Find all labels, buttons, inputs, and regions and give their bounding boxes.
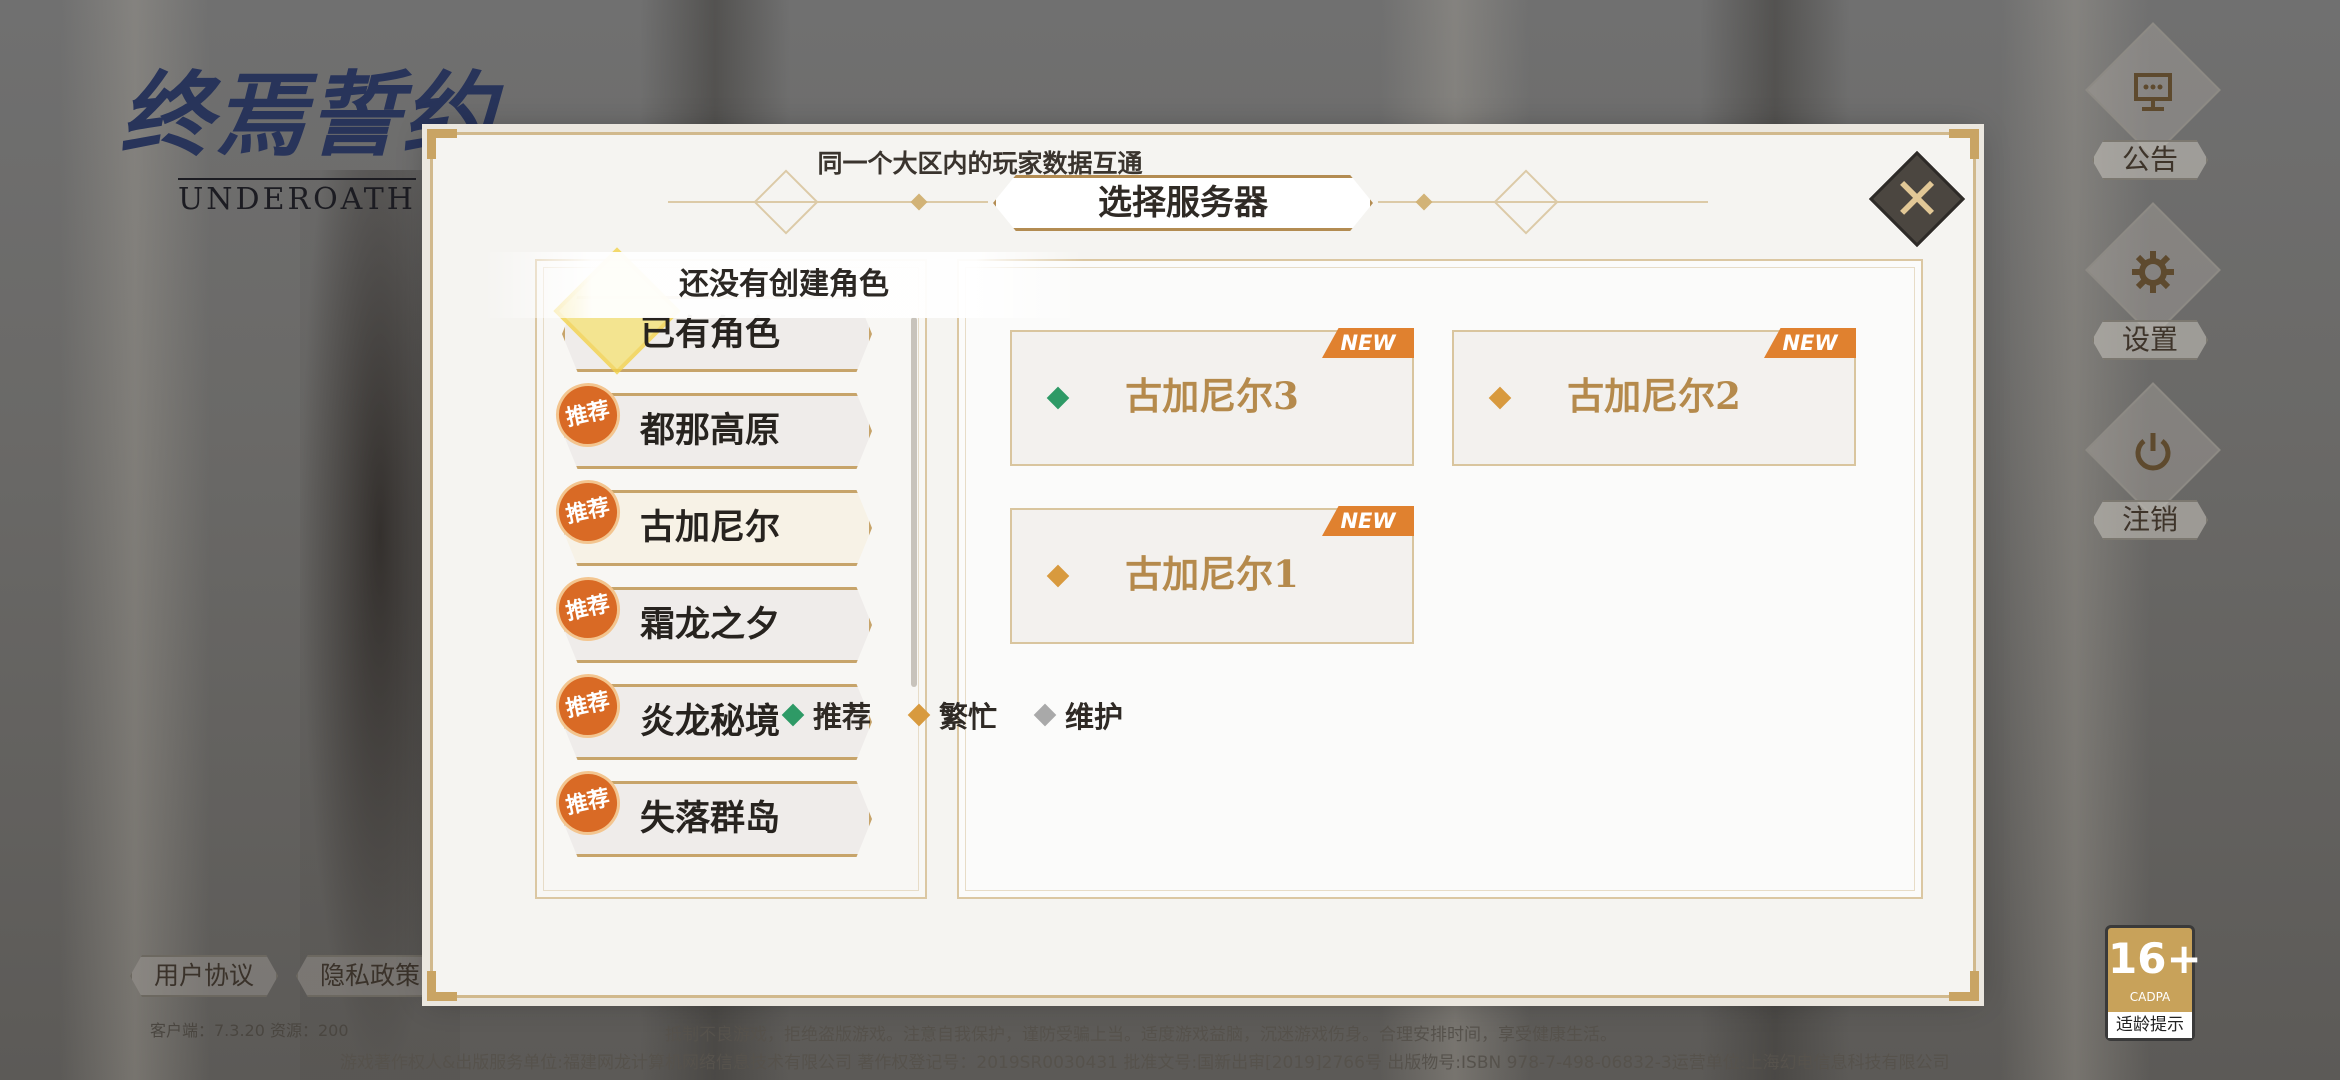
logout-button[interactable]: 注销 bbox=[2080, 382, 2221, 572]
user-agreement-link[interactable]: 用户协议 bbox=[130, 955, 279, 997]
title-ornament-left bbox=[668, 201, 988, 203]
recommended-diamond-icon bbox=[781, 703, 805, 727]
busy-diamond-icon bbox=[907, 703, 931, 727]
privacy-policy-link[interactable]: 隐私政策 bbox=[296, 955, 445, 997]
region-label: 炎龙秘境 bbox=[640, 701, 781, 742]
corner-ornament bbox=[427, 129, 457, 159]
notice-label: 公告 bbox=[2092, 140, 2208, 180]
status-legend: 推荐 繁忙 维护 bbox=[781, 694, 1124, 736]
age-rating: 16+ bbox=[2108, 934, 2202, 983]
region-label: 霜龙之夕 bbox=[640, 604, 781, 645]
dialog-title: 选择服务器 bbox=[993, 175, 1373, 231]
region-hint: 同一个大区内的玩家数据互通 bbox=[817, 149, 1143, 178]
side-menu: 公告 设置 注销 bbox=[2080, 22, 2221, 572]
legend-label: 繁忙 bbox=[939, 700, 998, 734]
no-role-toast: 还没有创建角色 bbox=[484, 252, 1084, 318]
region-list-scrollbar[interactable] bbox=[911, 317, 917, 687]
maintenance-diamond-icon bbox=[1033, 703, 1057, 727]
region-item[interactable]: 推荐 都那高原 bbox=[550, 377, 872, 469]
corner-ornament bbox=[1949, 129, 1979, 159]
region-item[interactable]: 推荐 霜龙之夕 bbox=[550, 571, 872, 663]
server-card[interactable]: 古加尼尔1 NEW bbox=[1010, 506, 1414, 644]
server-card[interactable]: 古加尼尔3 NEW bbox=[1010, 328, 1414, 466]
close-button[interactable]: ✕ bbox=[1868, 150, 1966, 248]
region-label: 都那高原 bbox=[640, 410, 781, 451]
version-text: 客户端：7.3.20 资源：200 bbox=[150, 1021, 349, 1040]
legend-item-maintenance: 维护 bbox=[1033, 694, 1124, 736]
region-label: 失落群岛 bbox=[640, 798, 781, 839]
logout-label: 注销 bbox=[2092, 500, 2208, 540]
corner-ornament bbox=[427, 971, 457, 1001]
settings-label: 设置 bbox=[2092, 320, 2208, 360]
legend-label: 维护 bbox=[1065, 700, 1124, 734]
close-icon: ✕ bbox=[1892, 165, 1942, 233]
legend-item-busy: 繁忙 bbox=[907, 694, 998, 736]
region-item[interactable]: 推荐 失落群岛 bbox=[550, 765, 872, 857]
gear-icon bbox=[2128, 247, 2178, 297]
age-tip-label: 适龄提示 bbox=[2108, 1012, 2192, 1038]
cadpa-text: CADPA bbox=[2129, 990, 2171, 1004]
bottom-links: 用户协议 隐私政策 bbox=[130, 955, 445, 997]
corner-ornament bbox=[1949, 971, 1979, 1001]
server-card[interactable]: 古加尼尔2 NEW bbox=[1452, 328, 1856, 466]
logo-english: UNDEROATH bbox=[178, 178, 416, 217]
region-label: 古加尼尔 bbox=[640, 507, 781, 548]
notice-icon bbox=[2128, 67, 2178, 117]
settings-button[interactable]: 设置 bbox=[2080, 202, 2221, 392]
power-icon bbox=[2128, 427, 2178, 477]
legend-label: 推荐 bbox=[813, 700, 872, 734]
publisher-info: 游戏著作权人&出版服务单位:福建网龙计算机网络信息技术有限公司 著作权登记号：2… bbox=[340, 1053, 1950, 1073]
age-rating-badge[interactable]: 16+ CADPA 适龄提示 bbox=[2105, 925, 2202, 1041]
health-notice: 抵制不良游戏，拒绝盗版游戏。注意自我保护，谨防受骗上当。适度游戏益脑，沉迷游戏伤… bbox=[665, 1025, 1617, 1045]
legend-item-recommended: 推荐 bbox=[781, 694, 872, 736]
region-item-selected[interactable]: 推荐 古加尼尔 bbox=[550, 474, 872, 566]
notice-button[interactable]: 公告 bbox=[2080, 22, 2221, 212]
